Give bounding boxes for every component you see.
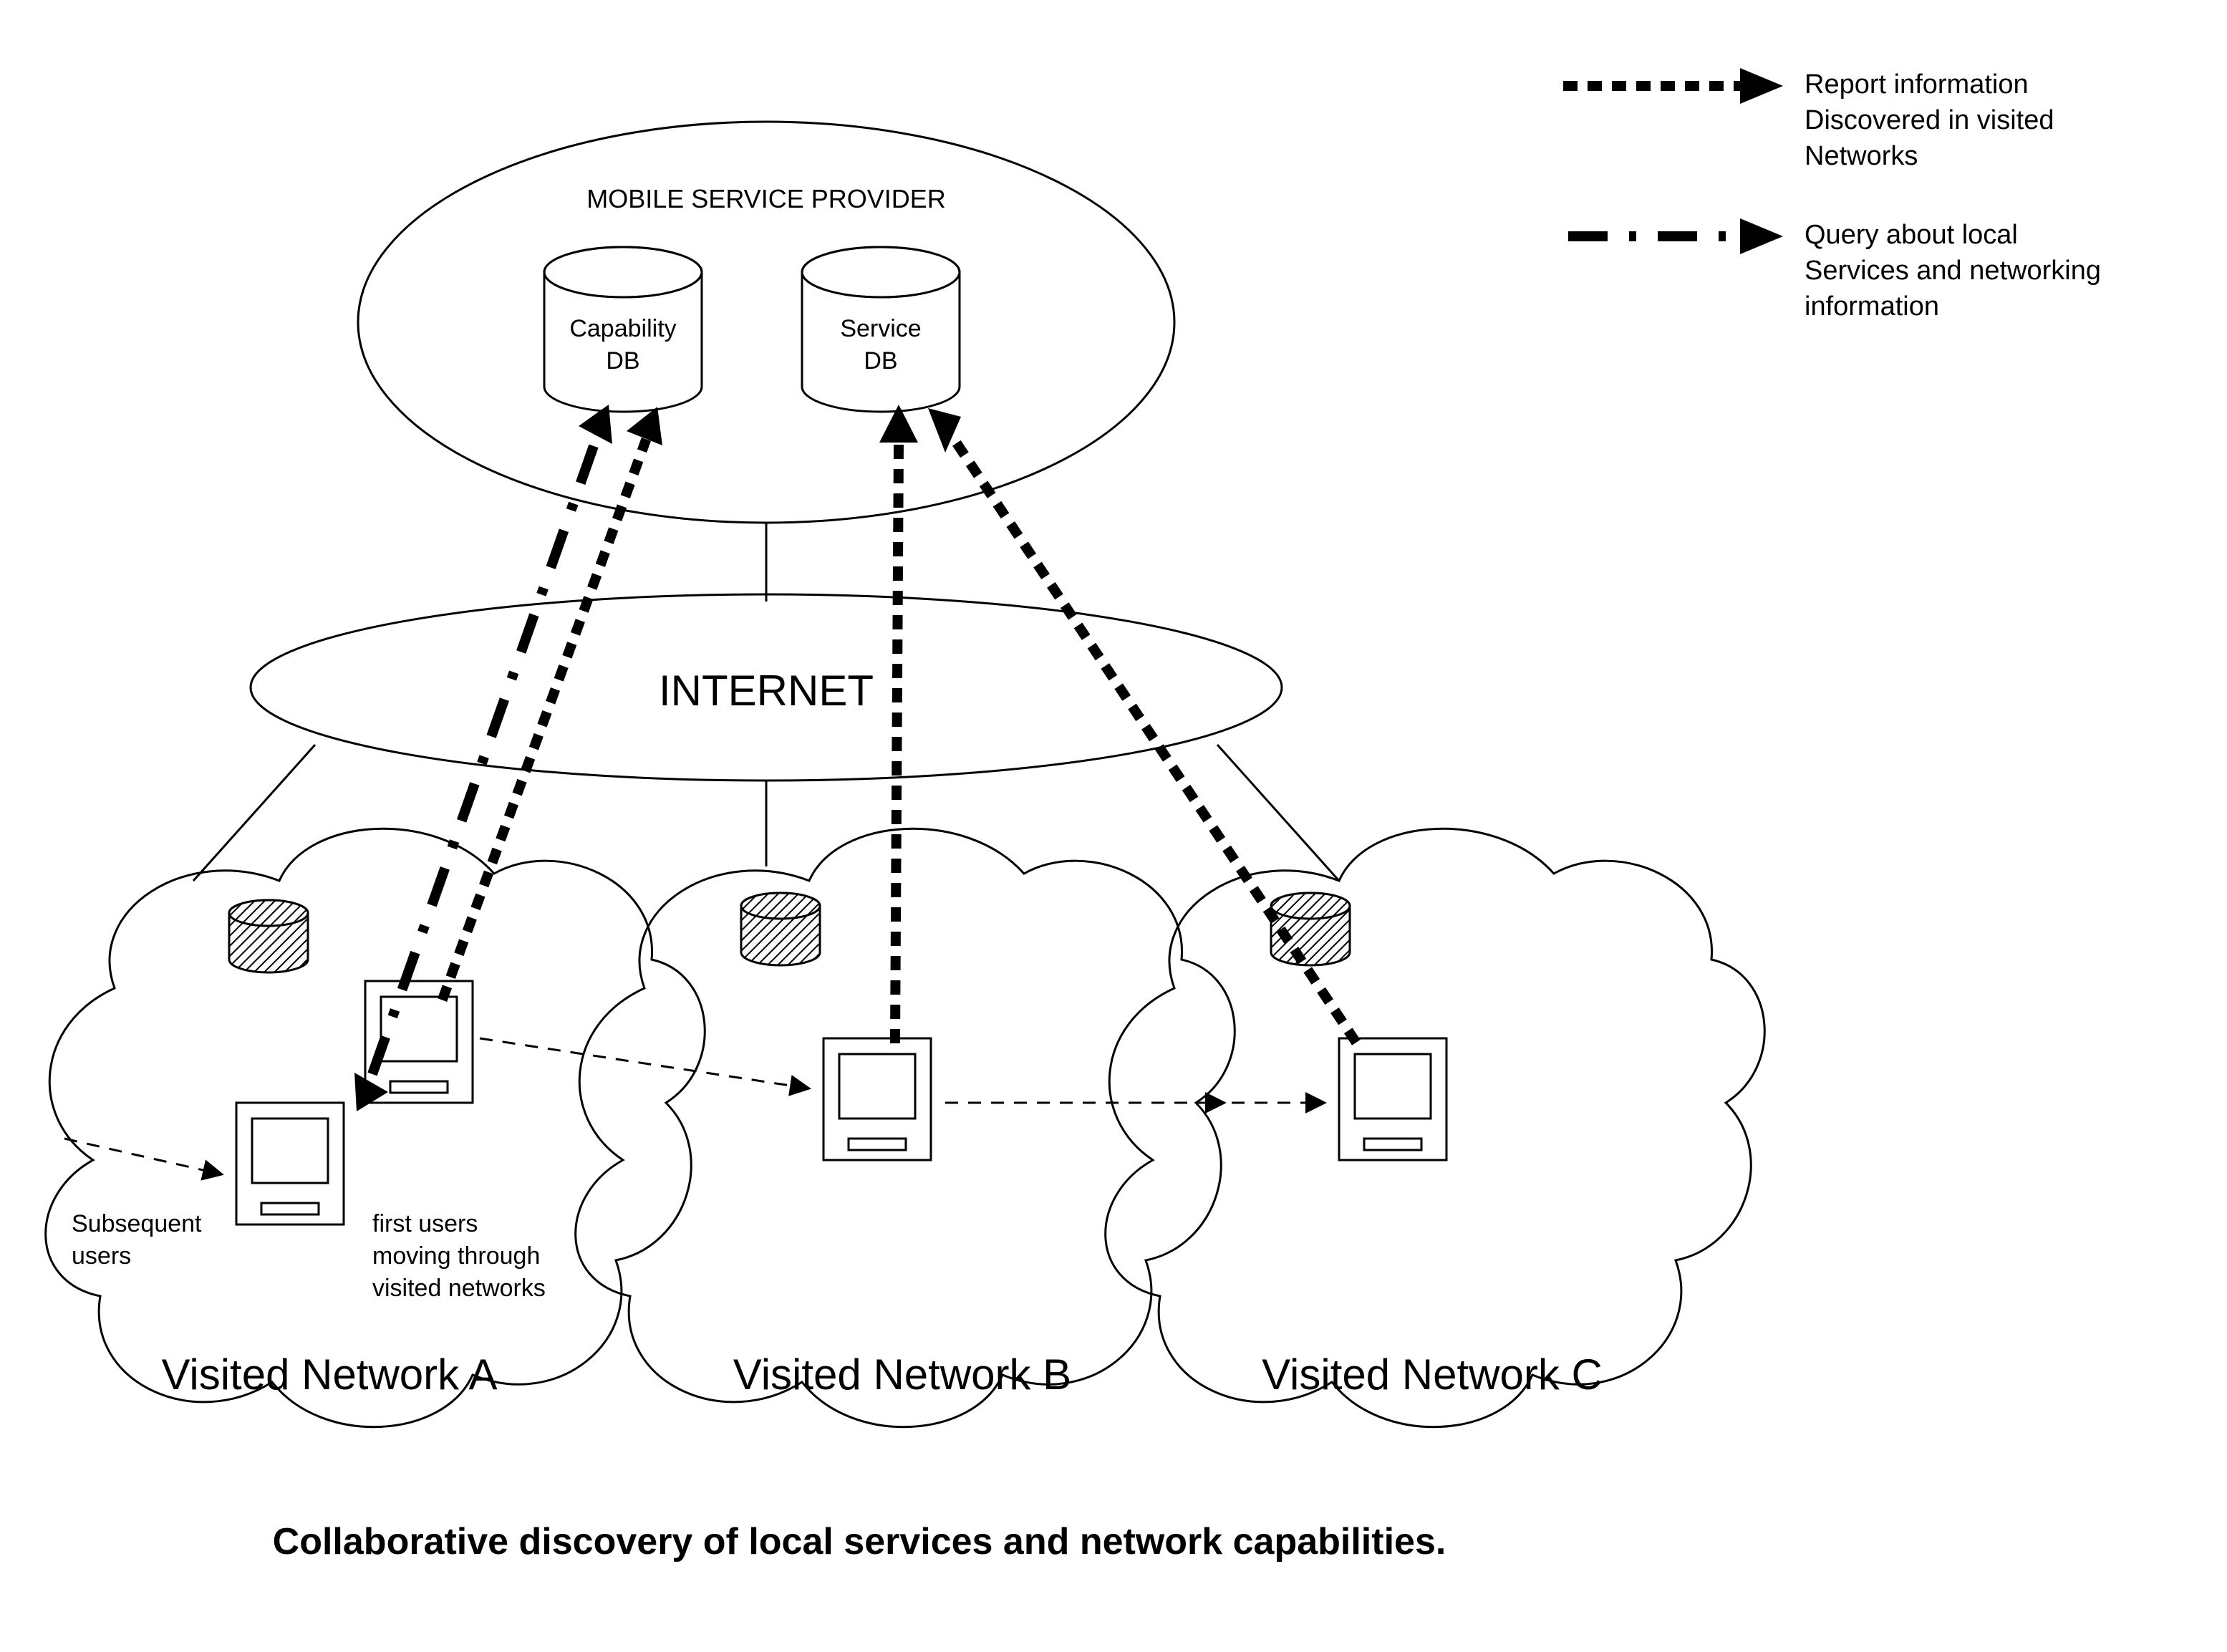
legend-dashdot-line2: Services and networking: [1805, 256, 2101, 286]
legend-dotted-line3: Networks: [1805, 141, 1918, 171]
cloud-b-db-icon: [741, 893, 820, 965]
arrow-report-b: [879, 405, 918, 1038]
capability-db-icon: Capability DB: [544, 247, 702, 412]
internet-ellipse: INTERNET: [251, 594, 1282, 781]
cloud-c-label: Visited Network C: [1262, 1351, 1603, 1399]
computer-a-subsequent: [236, 1103, 344, 1224]
internet-label: INTERNET: [659, 667, 874, 715]
provider-title: MOBILE SERVICE PROVIDER: [586, 184, 945, 213]
subsequent-line1: Subsequent: [72, 1210, 202, 1237]
service-db-line1: Service: [840, 315, 921, 342]
legend-dotted-line1: Report information: [1805, 69, 2029, 100]
subsequent-line2: users: [72, 1242, 131, 1270]
arrow-report-a: [444, 407, 662, 995]
cloud-a-db-icon: [229, 900, 308, 972]
cloud-b: Visited Network B: [576, 829, 1235, 1426]
cloud-c: Visited Network C: [1106, 829, 1765, 1426]
computer-c: [1339, 1038, 1446, 1160]
legend-dashdot-line1: Query about local: [1805, 220, 2018, 250]
first-line2: moving through: [372, 1242, 540, 1270]
service-db-icon: Service DB: [802, 247, 960, 412]
cloud-a: Visited Network A Subsequent users first…: [46, 829, 705, 1426]
diagram-canvas: Report information Discovered in visited…: [0, 0, 2227, 1652]
first-line1: first users: [372, 1210, 478, 1237]
capability-db-line1: Capability: [569, 315, 676, 342]
first-line3: visited networks: [372, 1275, 546, 1302]
legend-dashdot-line3: information: [1805, 291, 1939, 322]
provider-ellipse: MOBILE SERVICE PROVIDER Capability DB Se…: [358, 122, 1174, 523]
legend-dotted-line2: Discovered in visited: [1805, 105, 2054, 135]
cloud-b-label: Visited Network B: [733, 1351, 1071, 1399]
cloud-a-label: Visited Network A: [161, 1351, 497, 1399]
capability-db-line2: DB: [606, 347, 639, 375]
caption: Collaborative discovery of local service…: [273, 1521, 1446, 1562]
computer-b: [823, 1038, 931, 1160]
legend: Report information Discovered in visited…: [1568, 68, 2101, 322]
service-db-line2: DB: [864, 347, 897, 375]
